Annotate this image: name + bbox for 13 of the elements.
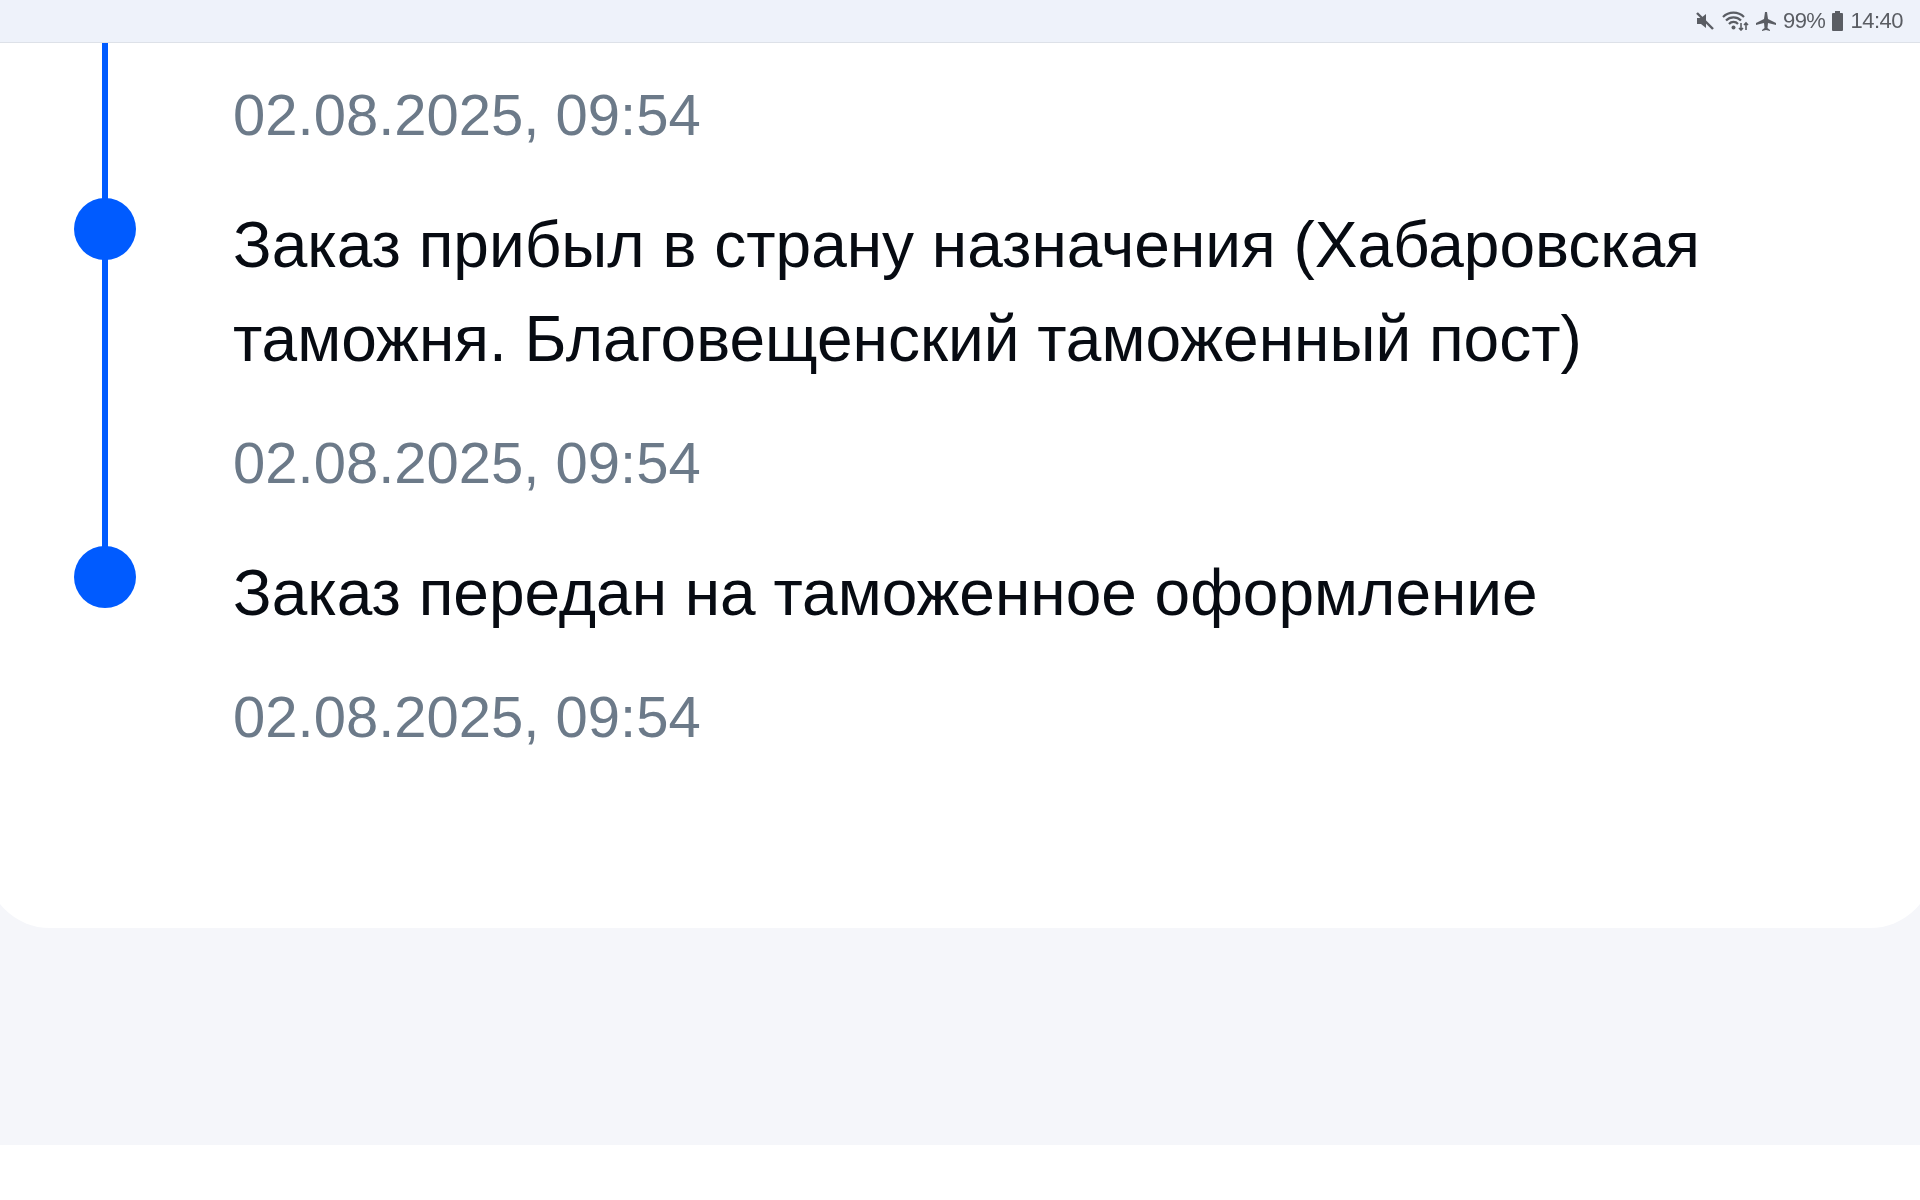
mute-icon	[1694, 11, 1715, 31]
clock-time: 14:40	[1850, 8, 1903, 34]
timeline-marker-icon	[74, 546, 136, 608]
wifi-icon	[1721, 11, 1749, 31]
event-title: Заказ прибыл в страну назначения (Хабаровская таможня. Благовещенский таможенный пост)	[233, 208, 1701, 377]
airplane-icon	[1755, 11, 1776, 31]
event-time: 02.08.2025, 09:54	[233, 683, 702, 751]
battery-percent: 99%	[1782, 8, 1826, 34]
timeline-marker-icon	[74, 198, 136, 260]
event-title: Заказ передан на таможенное оформление	[233, 556, 1539, 631]
event-time: 02.08.2025, 09:54	[233, 429, 702, 497]
event-time: 02.08.2025, 09:54	[233, 81, 702, 149]
battery-icon	[1832, 11, 1844, 31]
